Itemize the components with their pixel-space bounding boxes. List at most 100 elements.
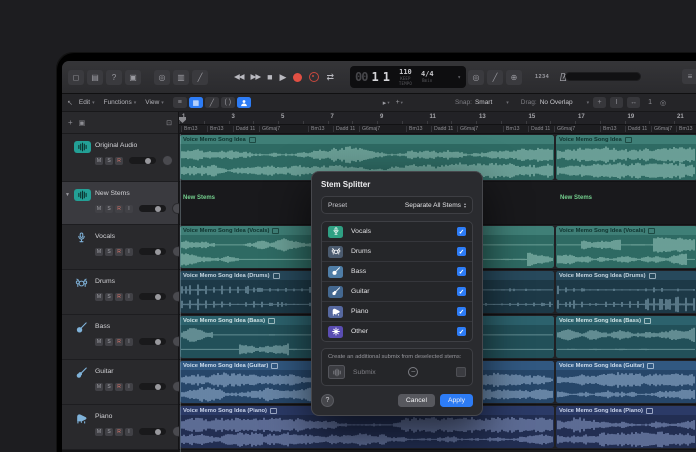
mute-button[interactable]: M [95, 427, 103, 436]
disclosure-chevron-icon[interactable]: ▼ [65, 192, 70, 198]
track-header-vocals[interactable]: Vocals M S R I [62, 225, 183, 270]
stem-checkbox[interactable]: ✓ [457, 307, 466, 316]
edit-menu[interactable]: Edit ▾ [79, 99, 95, 106]
mute-button[interactable]: M [95, 156, 103, 165]
record-enable-button[interactable]: R [115, 292, 123, 301]
quick-help-icon[interactable]: ? [106, 69, 122, 85]
mute-button[interactable]: M [95, 204, 103, 213]
crosshair-icon[interactable]: + [593, 97, 607, 108]
stop-button[interactable]: ■ [267, 72, 272, 82]
region-bass[interactable]: Voice Memo Song Idea (Bass) [556, 316, 696, 358]
library-icon[interactable]: ◻ [68, 69, 84, 85]
solo-button[interactable]: S [105, 247, 113, 256]
volume-knob[interactable] [155, 428, 161, 435]
record-enable-button[interactable]: R [115, 156, 123, 165]
input-monitor-button[interactable]: I [125, 382, 133, 391]
record-enable-button[interactable]: R [115, 382, 123, 391]
volume-slider[interactable] [139, 205, 166, 212]
view-menu[interactable]: View ▾ [145, 99, 164, 106]
track-header-piano[interactable]: Piano M S R I [62, 405, 183, 450]
record-enable-button[interactable]: R [115, 204, 123, 213]
preset-dropdown[interactable]: Separate All Stems ▴ ▾ [405, 201, 466, 209]
solo-button[interactable]: S [105, 427, 113, 436]
drag-menu[interactable]: Drag: No Overlap ▾ [521, 99, 589, 106]
zoom-control-icon[interactable]: ◎ [660, 99, 666, 107]
solo-button[interactable]: S [105, 382, 113, 391]
lcd-display[interactable]: 00 1 1 110 KEEP TEMPO 4/4 Bmin ▾ [350, 66, 466, 88]
cancel-button[interactable]: Cancel [397, 394, 435, 407]
track-header-guitar[interactable]: Guitar M S R I [62, 360, 183, 405]
add-track-button[interactable]: + [68, 118, 73, 127]
volume-slider[interactable] [139, 428, 166, 435]
minus-circle-icon[interactable]: – [408, 367, 419, 377]
volume-slider[interactable] [139, 293, 166, 300]
play-button[interactable]: ▶ [280, 72, 287, 82]
stem-checkbox[interactable]: ✓ [457, 247, 466, 256]
volume-knob[interactable] [155, 248, 161, 255]
volume-knob[interactable] [155, 383, 161, 390]
mute-button[interactable]: M [95, 337, 103, 346]
editors-icon[interactable]: ╱ [192, 69, 208, 85]
track-header-drums[interactable]: Drums M S R I [62, 270, 183, 315]
volume-slider[interactable] [129, 157, 156, 164]
region-piano[interactable]: Voice Memo Song Idea (Piano) [556, 406, 696, 448]
help-button[interactable]: ? [321, 394, 334, 407]
chord-track[interactable]: Bm13 Bm13 Dadd 11 G6maj7 Bm13 Dadd 11 G6maj7 Bm… [179, 125, 696, 134]
lcd-chevron-icon[interactable]: ▾ [457, 74, 461, 81]
flex-icon[interactable]: ( ) [220, 97, 235, 108]
volume-knob[interactable] [155, 293, 161, 300]
pan-knob[interactable] [162, 155, 173, 166]
catch-playhead-icon[interactable]: ↖ [67, 99, 73, 107]
track-header-bass[interactable]: Bass M S R I [62, 315, 183, 360]
apply-button[interactable]: Apply [439, 394, 473, 407]
stem-checkbox[interactable]: ✓ [457, 267, 466, 276]
count-in-button[interactable]: 1234 [535, 74, 549, 80]
grid-view-icon[interactable]: ▦ [188, 97, 203, 108]
input-monitor-button[interactable]: I [125, 204, 133, 213]
automation-icon[interactable]: ╱ [204, 97, 219, 108]
mixer-icon[interactable]: ▥ [173, 69, 189, 85]
solo-button[interactable]: S [105, 292, 113, 301]
pointer-tool-menu[interactable]: ▸ ▾ [383, 99, 390, 107]
duplicate-track-button[interactable]: ▣ [79, 119, 86, 127]
submix-checkbox[interactable] [455, 367, 466, 377]
track-header-new-stems[interactable]: ▼ New Stems M S R I [62, 182, 183, 225]
cycle-icon[interactable]: ⇄ [326, 72, 334, 82]
list-editors-icon[interactable]: ≡ [682, 69, 696, 84]
add-icon[interactable]: ⊕ [506, 69, 522, 85]
region-original-audio[interactable]: Voice Memo Song Idea [556, 135, 696, 180]
mute-button[interactable]: M [95, 382, 103, 391]
input-monitor-button[interactable]: I [125, 292, 133, 301]
volume-slider[interactable] [139, 383, 166, 390]
playhead[interactable] [180, 134, 181, 452]
volume-slider[interactable] [139, 248, 166, 255]
forward-button[interactable]: ▶▶ [251, 73, 262, 81]
mute-button[interactable]: M [95, 292, 103, 301]
functions-menu[interactable]: Functions ▾ [104, 99, 137, 106]
input-monitor-button[interactable]: I [125, 427, 133, 436]
stem-checkbox[interactable]: ✓ [457, 227, 466, 236]
stem-checkbox[interactable]: ✓ [457, 287, 466, 296]
master-volume-slider[interactable] [565, 72, 641, 81]
region-drums[interactable]: Voice Memo Song Idea (Drums) [556, 271, 696, 313]
smart-controls-icon[interactable]: ◎ [154, 69, 170, 85]
playhead-marker-icon[interactable] [179, 117, 186, 123]
tuner-icon[interactable]: ◎ [468, 69, 484, 85]
solo-button[interactable]: S [105, 337, 113, 346]
rewind-button[interactable]: ◀◀ [234, 73, 245, 81]
capture-record-icon[interactable] [309, 72, 320, 82]
snap-menu[interactable]: Snap: Smart ▾ [455, 99, 509, 106]
resize-icon[interactable]: ↔ [627, 97, 641, 108]
volume-slider[interactable] [139, 338, 166, 345]
region-guitar[interactable]: Voice Memo Song Idea (Guitar) [556, 361, 696, 403]
region-vocals[interactable]: Voice Memo Song Idea (Vocals) [556, 226, 696, 268]
track-header-options-icon[interactable]: ⊡ [166, 119, 172, 127]
volume-knob[interactable] [155, 205, 161, 212]
region-list-icon[interactable]: ≡ [172, 97, 187, 108]
stem-splitter-icon[interactable] [236, 97, 251, 108]
record-button[interactable] [293, 72, 303, 82]
mute-button[interactable]: M [95, 247, 103, 256]
input-monitor-button[interactable]: I [125, 337, 133, 346]
solo-button[interactable]: S [105, 156, 113, 165]
track-header-original-audio[interactable]: Original Audio M S R [62, 134, 178, 182]
